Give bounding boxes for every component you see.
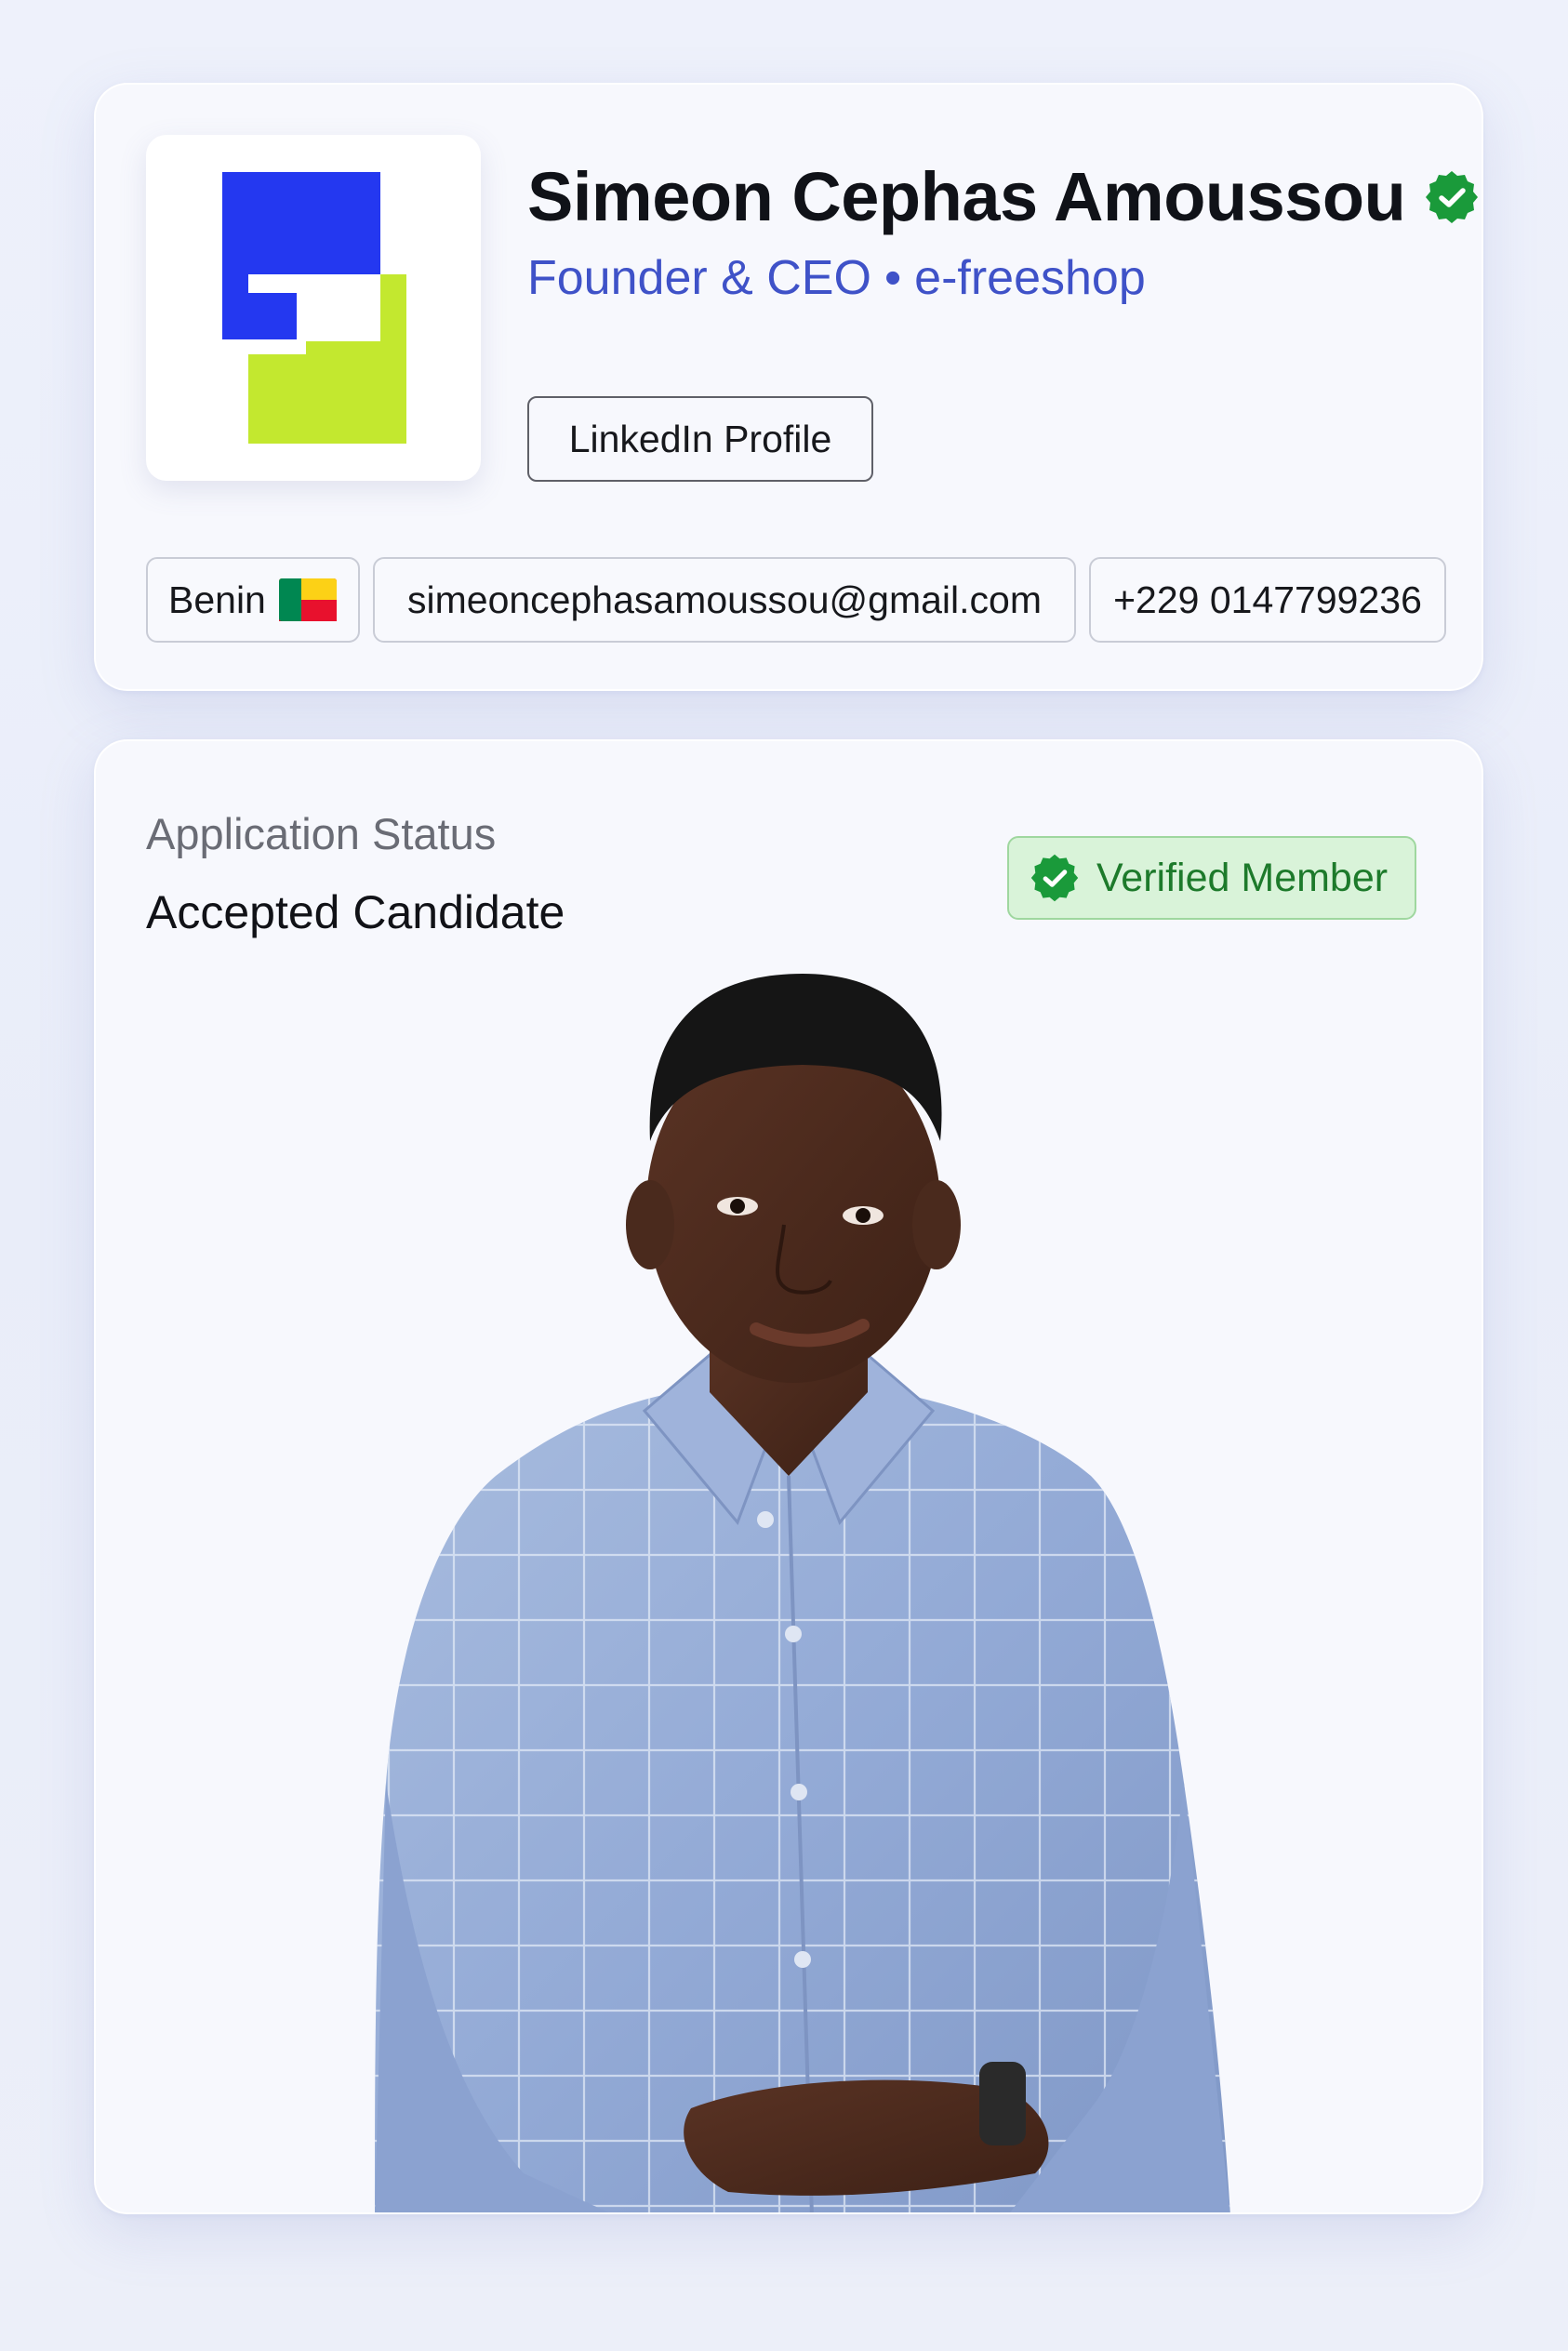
e-freeshop-logo-icon	[222, 172, 406, 444]
company-name: e-freeshop	[914, 251, 1146, 305]
verified-member-label: Verified Member	[1096, 855, 1389, 900]
verified-seal-icon	[1424, 169, 1480, 225]
person-name: Simeon Cephas Amoussou	[527, 158, 1406, 235]
portrait-photo	[375, 974, 1230, 2212]
company-logo	[146, 135, 481, 481]
name-row: Simeon Cephas Amoussou	[527, 157, 1480, 236]
role-line: Founder & CEO • e-freeshop	[527, 250, 1146, 306]
verified-member-badge: Verified Member	[1007, 836, 1416, 920]
email-text: simeoncephasamoussou@gmail.com	[407, 578, 1042, 621]
application-status-label: Application Status	[146, 809, 497, 858]
country-chip: Benin	[146, 557, 360, 643]
phone-chip[interactable]: +229 0147799236	[1089, 557, 1446, 643]
application-status-value: Accepted Candidate	[146, 886, 565, 938]
verified-seal-icon	[1030, 853, 1080, 903]
benin-flag-icon	[278, 578, 337, 621]
phone-text: +229 0147799236	[1113, 578, 1422, 621]
role-separator: •	[884, 251, 902, 305]
email-chip[interactable]: simeoncephasamoussou@gmail.com	[373, 557, 1076, 643]
job-title: Founder & CEO	[527, 251, 871, 305]
application-status-card: Application Status Accepted Candidate Ve…	[94, 739, 1483, 2214]
profile-card: Simeon Cephas Amoussou Founder & CEO • e-f…	[94, 83, 1483, 691]
linkedin-profile-button[interactable]: LinkedIn Profile	[527, 396, 873, 482]
country-label: Benin	[168, 578, 266, 621]
